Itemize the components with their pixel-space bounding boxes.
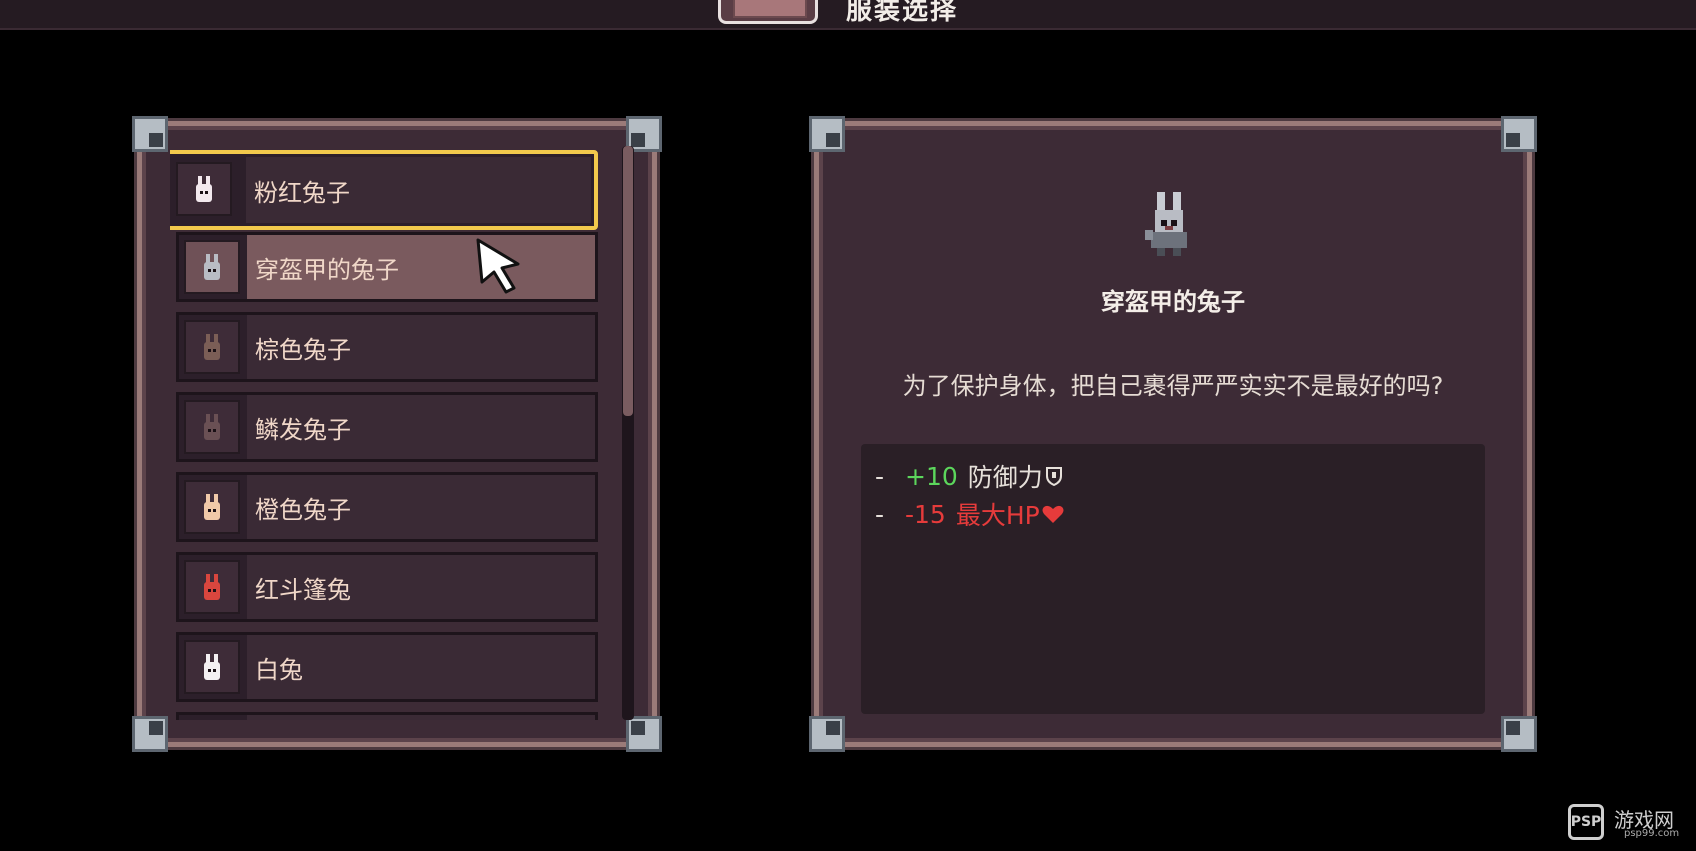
list-scrollbar[interactable] bbox=[622, 146, 634, 720]
panel-corner bbox=[626, 716, 662, 752]
stat-defense: - +10 防御力 bbox=[875, 458, 1063, 494]
outfit-list-panel: 粉红兔子穿盔甲的兔子 棕色兔子鳞发兔子橙色兔子红斗篷兔白兔 bbox=[132, 116, 662, 752]
outfit-list-item[interactable] bbox=[176, 712, 598, 720]
outfit-label: 红斗篷兔 bbox=[247, 555, 595, 619]
stat-value: +10 bbox=[905, 461, 958, 491]
outfit-label: 橙色兔子 bbox=[247, 475, 595, 539]
watermark-url: psp99.com bbox=[1624, 828, 1680, 839]
stat-label: 防御力 bbox=[967, 463, 1043, 492]
top-bar: 服装选择 bbox=[0, 0, 1696, 30]
stat-dash: - bbox=[875, 461, 885, 491]
bunny-scale-icon bbox=[184, 400, 240, 454]
stat-max-hp: - -15 最大HP bbox=[875, 496, 1064, 532]
panel-corner bbox=[1501, 116, 1537, 152]
outfit-label: 粉红兔子 bbox=[246, 157, 591, 223]
stat-label: 最大HP bbox=[955, 501, 1040, 530]
outfit-label: 白兔 bbox=[247, 635, 595, 699]
outfit-list-item[interactable]: 白兔 bbox=[176, 632, 598, 702]
panel-corner bbox=[1501, 716, 1537, 752]
outfit-list-item[interactable]: 红斗篷兔 bbox=[176, 552, 598, 622]
outfit-detail-panel: 穿盔甲的兔子 为了保护身体，把自己裹得严严实实不是最好的吗? - +10 防御力… bbox=[809, 116, 1537, 752]
outfit-name: 穿盔甲的兔子 bbox=[1101, 288, 1245, 316]
panel-corner bbox=[809, 716, 845, 752]
outfit-list: 粉红兔子穿盔甲的兔子 棕色兔子鳞发兔子橙色兔子红斗篷兔白兔 bbox=[170, 146, 614, 720]
outfit-list-item[interactable]: 橙色兔子 bbox=[176, 472, 598, 542]
outfit-label: 鳞发兔子 bbox=[247, 395, 595, 459]
stats-box: - +10 防御力 - -15 最大HP bbox=[861, 444, 1485, 714]
screen-title: 服装选择 bbox=[846, 0, 959, 26]
bunny-orange-icon bbox=[184, 480, 240, 534]
heart-icon bbox=[1042, 505, 1064, 523]
watermark: PSP 游戏网 psp99.com bbox=[1568, 804, 1690, 844]
panel-corner bbox=[132, 116, 168, 152]
outfit-list-item[interactable]: 鳞发兔子 bbox=[176, 392, 598, 462]
bunny-red-cloak-icon bbox=[184, 560, 240, 614]
bunny-armor-preview-icon bbox=[1145, 192, 1187, 256]
bunny-brown-icon bbox=[184, 320, 240, 374]
watermark-logo: PSP bbox=[1568, 804, 1604, 840]
bunny-armor-icon bbox=[184, 240, 240, 294]
stat-value: -15 bbox=[905, 499, 946, 529]
scrollbar-thumb[interactable] bbox=[623, 146, 633, 416]
bunny-pink-icon bbox=[176, 162, 232, 216]
outfit-label: 穿盔甲的兔子 bbox=[247, 235, 595, 299]
outfit-label: 棕色兔子 bbox=[247, 315, 595, 379]
bunny-white-icon bbox=[184, 640, 240, 694]
outfit-list-item[interactable]: 穿盔甲的兔子 bbox=[176, 232, 598, 302]
outfit-description: 为了保护身体，把自己裹得严严实实不是最好的吗? bbox=[902, 372, 1444, 400]
mouse-cursor-icon bbox=[476, 238, 520, 294]
outfit-label bbox=[247, 715, 595, 720]
panel-corner bbox=[809, 116, 845, 152]
wardrobe-icon bbox=[718, 0, 818, 24]
stat-dash: - bbox=[875, 499, 885, 529]
outfit-list-item[interactable]: 棕色兔子 bbox=[176, 312, 598, 382]
panel-corner bbox=[132, 716, 168, 752]
shield-icon bbox=[1045, 467, 1062, 486]
outfit-list-item[interactable]: 粉红兔子 bbox=[170, 150, 598, 230]
